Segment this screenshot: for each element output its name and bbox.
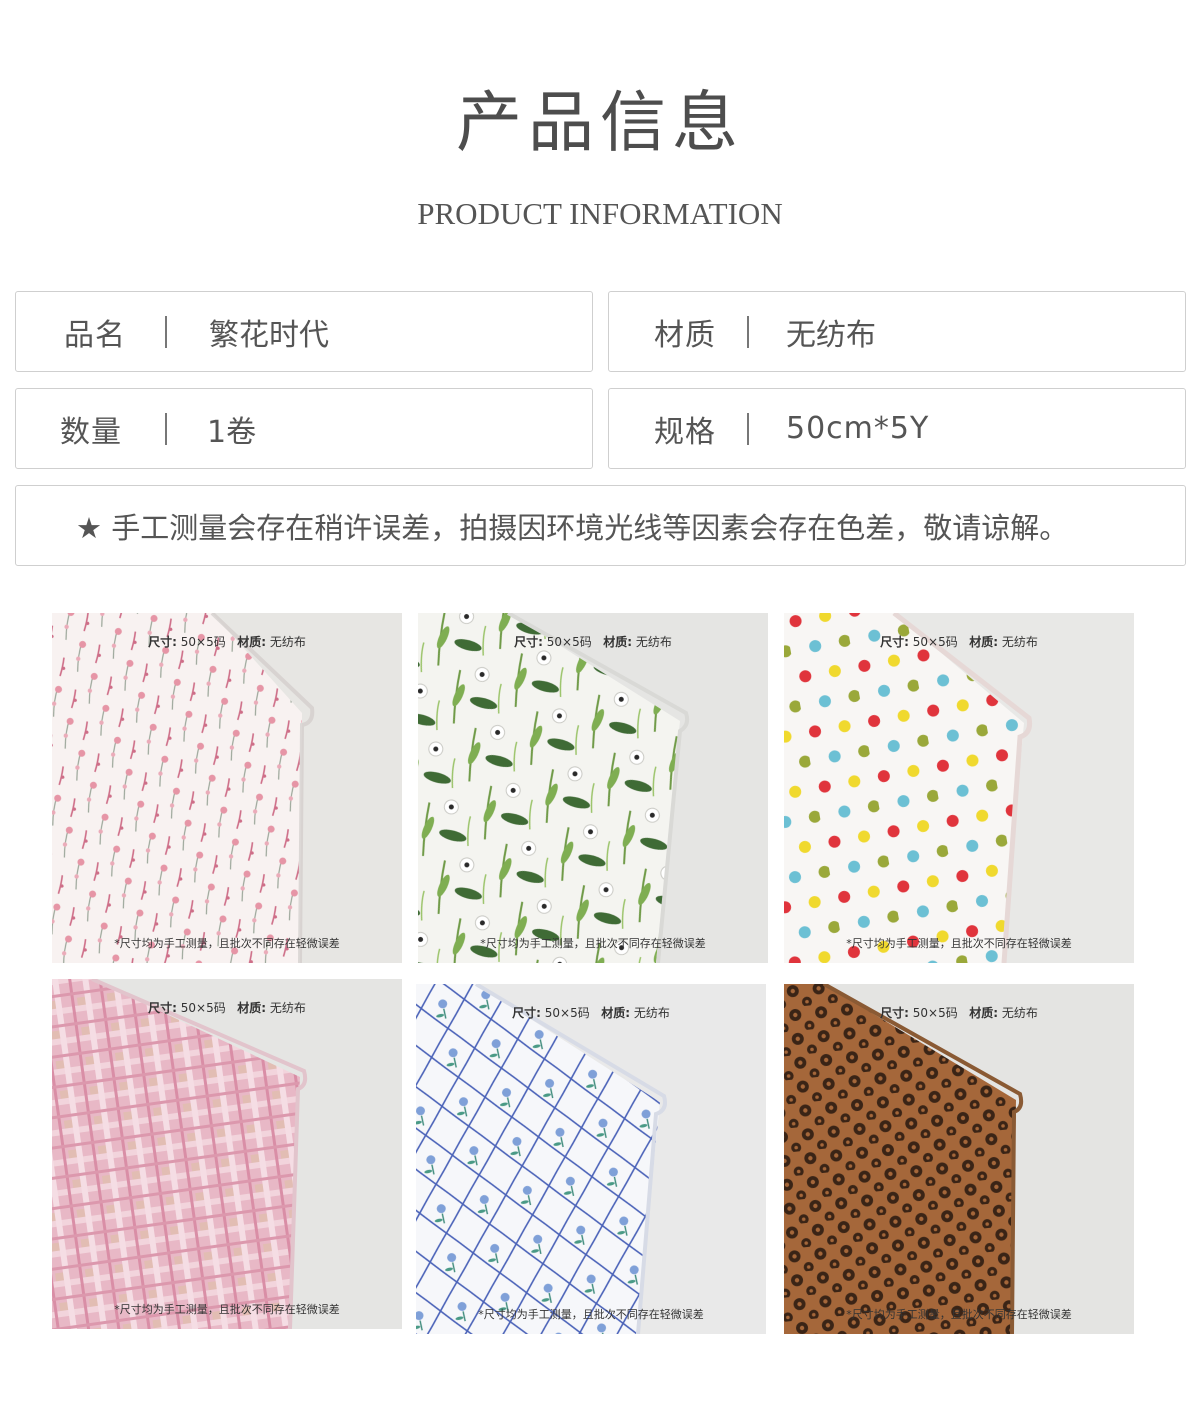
product-photo-pink-plaid: 尺寸: 50×5码 材质: 无纺布 *尺寸均为手工测量，且批次不同存在轻微误差 xyxy=(52,979,402,1329)
blue-lattice-fabric-image xyxy=(416,984,766,1334)
photo-spec-caption: 尺寸: 50×5码 材质: 无纺布 xyxy=(148,635,306,649)
info-label-quantity: 数量 xyxy=(60,414,122,450)
photo-spec-caption: 尺寸: 50×5码 材质: 无纺布 xyxy=(148,1001,306,1015)
product-photo-polka-dots: 尺寸: 50×5码 材质: 无纺布 *尺寸均为手工测量，且批次不同存在轻微误差 xyxy=(784,613,1134,963)
page-title-cn: 产品信息 xyxy=(456,84,744,161)
photo-disclaimer: *尺寸均为手工测量，且批次不同存在轻微误差 xyxy=(846,1308,1072,1321)
disclaimer-note-box: ★ 手工测量会存在稍许误差，拍摄因环境光线等因素会存在色差，敬请谅解。 xyxy=(15,485,1186,566)
info-label-spec: 规格 xyxy=(654,414,716,450)
info-divider xyxy=(747,413,749,445)
info-label-name: 品名 xyxy=(64,317,126,353)
green-botanical-fabric-image xyxy=(418,613,768,963)
product-photo-green-botanical: 尺寸: 50×5码 材质: 无纺布 *尺寸均为手工测量，且批次不同存在轻微误差 xyxy=(418,613,768,963)
info-divider xyxy=(165,413,167,445)
photo-spec-caption: 尺寸: 50×5码 材质: 无纺布 xyxy=(880,1006,1038,1020)
info-box-spec: 规格 50cm*5Y xyxy=(608,388,1186,469)
info-box-material: 材质 无纺布 xyxy=(608,291,1186,372)
info-divider xyxy=(747,316,749,348)
disclaimer-note: ★ 手工测量会存在稍许误差，拍摄因环境光线等因素会存在色差，敬请谅解。 xyxy=(76,510,1069,545)
info-box-name: 品名 繁花时代 xyxy=(15,291,593,372)
info-value-name: 繁花时代 xyxy=(209,317,329,353)
photo-disclaimer: *尺寸均为手工测量，且批次不同存在轻微误差 xyxy=(114,1303,340,1316)
photo-spec-caption: 尺寸: 50×5码 材质: 无纺布 xyxy=(512,1006,670,1020)
polka-dot-fabric-image xyxy=(784,613,1134,963)
photo-disclaimer: *尺寸均为手工测量，且批次不同存在轻微误差 xyxy=(114,937,340,950)
info-value-quantity: 1卷 xyxy=(207,414,257,450)
product-photo-brown-damask: 尺寸: 50×5码 材质: 无纺布 *尺寸均为手工测量，且批次不同存在轻微误差 xyxy=(784,984,1134,1334)
photo-disclaimer: *尺寸均为手工测量，且批次不同存在轻微误差 xyxy=(480,937,706,950)
brown-damask-fabric-image xyxy=(784,984,1134,1334)
info-box-quantity: 数量 1卷 xyxy=(15,388,593,469)
info-divider xyxy=(165,316,167,348)
photo-spec-caption: 尺寸: 50×5码 材质: 无纺布 xyxy=(880,635,1038,649)
product-photo-pink-floral: 尺寸: 50×5码 材质: 无纺布 *尺寸均为手工测量，且批次不同存在轻微误差 xyxy=(52,613,402,963)
product-photo-blue-lattice: 尺寸: 50×5码 材质: 无纺布 *尺寸均为手工测量，且批次不同存在轻微误差 xyxy=(416,984,766,1334)
pink-floral-fabric-image xyxy=(52,613,402,963)
info-label-material: 材质 xyxy=(654,317,716,353)
photo-spec-caption: 尺寸: 50×5码 材质: 无纺布 xyxy=(514,635,672,649)
photo-disclaimer: *尺寸均为手工测量，且批次不同存在轻微误差 xyxy=(846,937,1072,950)
info-value-material: 无纺布 xyxy=(786,317,876,353)
page-title-en: PRODUCT INFORMATION xyxy=(417,196,783,231)
info-value-spec: 50cm*5Y xyxy=(786,411,930,446)
pink-plaid-fabric-image xyxy=(52,979,402,1329)
photo-disclaimer: *尺寸均为手工测量，且批次不同存在轻微误差 xyxy=(478,1308,704,1321)
